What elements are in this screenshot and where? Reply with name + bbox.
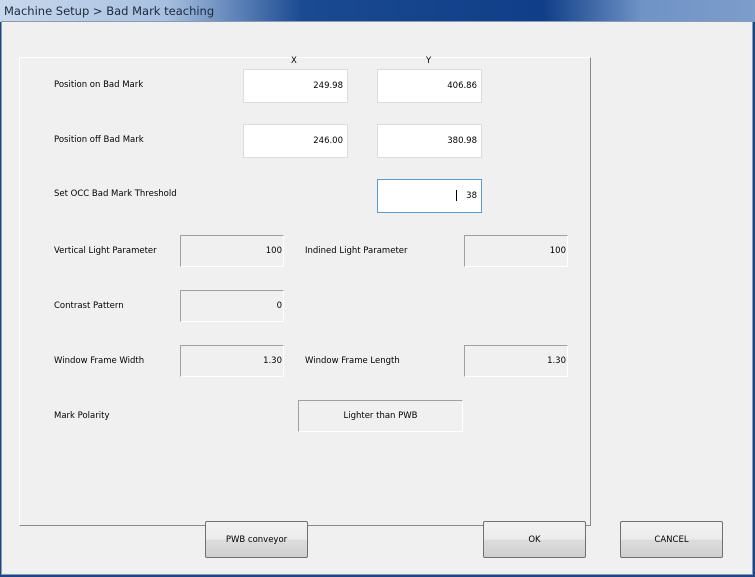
contrast-label: Contrast Pattern (54, 301, 124, 311)
position-off-label: Position off Bad Mark (54, 135, 144, 145)
position-on-y-input[interactable]: 406.86 (377, 69, 482, 103)
ok-button[interactable]: OK (483, 521, 586, 558)
contrast-field: 0 (180, 290, 284, 322)
text-caret (456, 190, 458, 201)
threshold-input[interactable]: 38 (377, 179, 482, 213)
position-on-x-input[interactable]: 249.98 (243, 69, 348, 103)
position-off-x-input[interactable]: 246.00 (243, 124, 348, 158)
threshold-value: 38 (466, 191, 477, 201)
column-header-x: X (291, 56, 297, 66)
dialog-window (1, 21, 753, 575)
column-header-y: Y (426, 56, 432, 66)
position-off-y-input[interactable]: 380.98 (377, 124, 482, 158)
frame-width-label: Window Frame Width (54, 356, 145, 366)
mark-polarity-label: Mark Polarity (54, 411, 110, 421)
cancel-button[interactable]: CANCEL (620, 521, 723, 558)
position-on-label: Position on Bad Mark (54, 80, 144, 90)
frame-width-field: 1.30 (180, 345, 284, 377)
frame-length-label: Window Frame Length (305, 356, 400, 366)
inclined-light-field: 100 (464, 235, 568, 267)
title-bar[interactable]: Machine Setup > Bad Mark teaching (0, 0, 755, 22)
threshold-label: Set OCC Bad Mark Threshold (54, 189, 177, 199)
vertical-light-label: Vertical Light Parameter (54, 246, 157, 256)
vertical-light-field: 100 (180, 235, 284, 267)
inclined-light-label: Indined Light Parameter (305, 246, 408, 256)
pwb-conveyor-button[interactable]: PWB conveyor (205, 521, 308, 558)
frame-length-field: 1.30 (464, 345, 568, 377)
window-title: Machine Setup > Bad Mark teaching (4, 4, 215, 18)
mark-polarity-field[interactable]: Lighter than PWB (298, 400, 463, 432)
